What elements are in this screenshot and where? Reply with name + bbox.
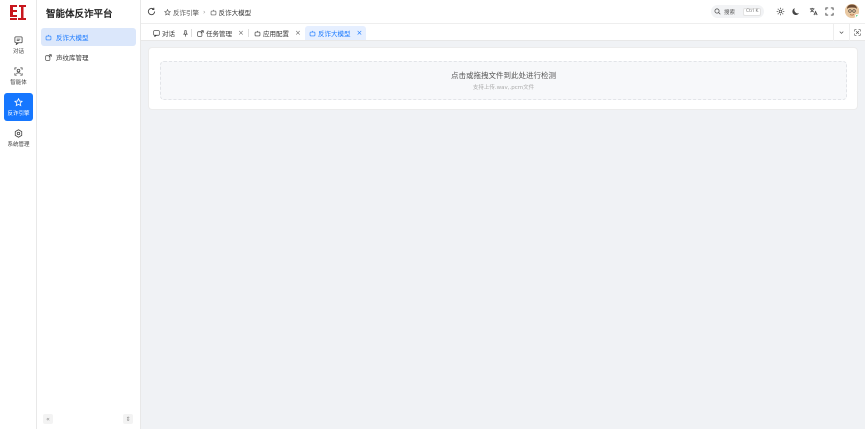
breadcrumb: 反诈引擎 › 反诈大模型 xyxy=(164,7,251,17)
breadcrumb-item[interactable]: 反诈引擎 xyxy=(173,7,199,17)
maximize-icon xyxy=(854,29,861,36)
app-logo-icon xyxy=(9,4,27,21)
model-icon xyxy=(45,34,52,40)
avatar[interactable] xyxy=(845,4,859,18)
chevron-right-icon: › xyxy=(203,8,206,16)
tab-bar: 对话 任务管理 × 应用配置 × 反诈大模型 × xyxy=(141,24,865,41)
settings-icon xyxy=(14,128,23,138)
sidebar-item-voiceprint[interactable]: 声纹库管理 xyxy=(41,48,136,66)
rail-item-label: 对话 xyxy=(12,48,24,55)
rail-item-engine[interactable]: 反诈引擎 xyxy=(4,93,33,121)
tab-task-management[interactable]: 任务管理 × xyxy=(193,26,248,40)
left-rail: 对话 智能体 反诈引擎 系统管理 xyxy=(0,0,37,429)
sidebar-title: 智能体反诈平台 xyxy=(46,9,113,20)
dropzone-hint: 支持上传.wav,.pcm文件 xyxy=(472,85,535,91)
chevron-down-icon xyxy=(839,31,844,34)
tab-label: 对话 xyxy=(162,30,175,38)
model-icon xyxy=(309,30,316,36)
tab-app-config[interactable]: 应用配置 × xyxy=(250,26,305,40)
engine-icon xyxy=(164,8,171,15)
moon-icon[interactable] xyxy=(792,7,801,16)
sidebar-item-fraud-model[interactable]: 反诈大模型 xyxy=(41,28,136,46)
breadcrumb-current: 反诈大模型 xyxy=(218,9,252,17)
close-icon[interactable]: × xyxy=(357,29,363,37)
chat-icon xyxy=(153,29,160,37)
close-icon[interactable]: × xyxy=(295,29,301,37)
double-chevron-left-icon: « xyxy=(46,415,50,423)
rail-item-label: 反诈引擎 xyxy=(7,110,30,117)
tab-label: 任务管理 xyxy=(206,30,232,38)
chat-icon xyxy=(14,35,23,45)
agent-icon xyxy=(14,66,23,76)
chevron-updown-icon: ⇕ xyxy=(125,415,131,423)
upload-card: 点击或拖拽文件到此处进行检测 支持上传.wav,.pcm文件 xyxy=(148,47,858,110)
tab-divider xyxy=(248,29,249,37)
rail-item-agent[interactable]: 智能体 xyxy=(4,62,33,90)
tab-label: 应用配置 xyxy=(263,30,289,38)
engine-icon xyxy=(14,97,23,106)
translate-icon[interactable] xyxy=(809,7,818,16)
sidebar-item-label: 声纹库管理 xyxy=(56,54,89,62)
search-icon xyxy=(714,8,721,15)
file-dropzone[interactable]: 点击或拖拽文件到此处进行检测 支持上传.wav,.pcm文件 xyxy=(160,61,847,100)
task-icon xyxy=(197,29,204,37)
pin-icon[interactable] xyxy=(182,29,189,37)
tab-fraud-model[interactable]: 反诈大模型 × xyxy=(305,26,367,40)
tab-divider xyxy=(191,29,192,37)
collapse-sidebar-button[interactable]: « xyxy=(43,414,53,424)
close-icon[interactable]: × xyxy=(238,29,244,37)
rail-item-label: 智能体 xyxy=(10,79,27,86)
expand-toggle-button[interactable]: ⇕ xyxy=(123,414,133,424)
tabs-maximize-button[interactable] xyxy=(849,24,865,41)
voiceprint-icon xyxy=(45,53,52,61)
dropzone-title: 点击或拖拽文件到此处进行检测 xyxy=(451,71,556,80)
fullscreen-icon[interactable] xyxy=(825,7,834,16)
search-shortcut: Ctrl K xyxy=(743,7,762,16)
top-header: 反诈引擎 › 反诈大模型 搜索 Ctrl K xyxy=(141,0,865,24)
tab-chat[interactable]: 对话 xyxy=(149,26,193,40)
app-icon xyxy=(254,30,261,36)
online-status-dot xyxy=(855,14,859,18)
search-button[interactable]: 搜索 Ctrl K xyxy=(711,5,764,18)
tabs-dropdown-button[interactable] xyxy=(833,24,849,41)
gear-icon[interactable] xyxy=(776,7,785,16)
rail-item-chat[interactable]: 对话 xyxy=(4,31,33,59)
rail-item-label: 系统管理 xyxy=(7,141,30,148)
model-icon xyxy=(210,9,216,15)
rail-item-settings[interactable]: 系统管理 xyxy=(4,124,33,152)
tab-label: 反诈大模型 xyxy=(318,30,351,38)
refresh-icon[interactable] xyxy=(147,7,156,16)
sidebar-item-label: 反诈大模型 xyxy=(56,34,89,42)
sidebar: 智能体反诈平台 反诈大模型 声纹库管理 « ⇕ xyxy=(37,0,141,429)
search-label: 搜索 xyxy=(724,9,736,16)
